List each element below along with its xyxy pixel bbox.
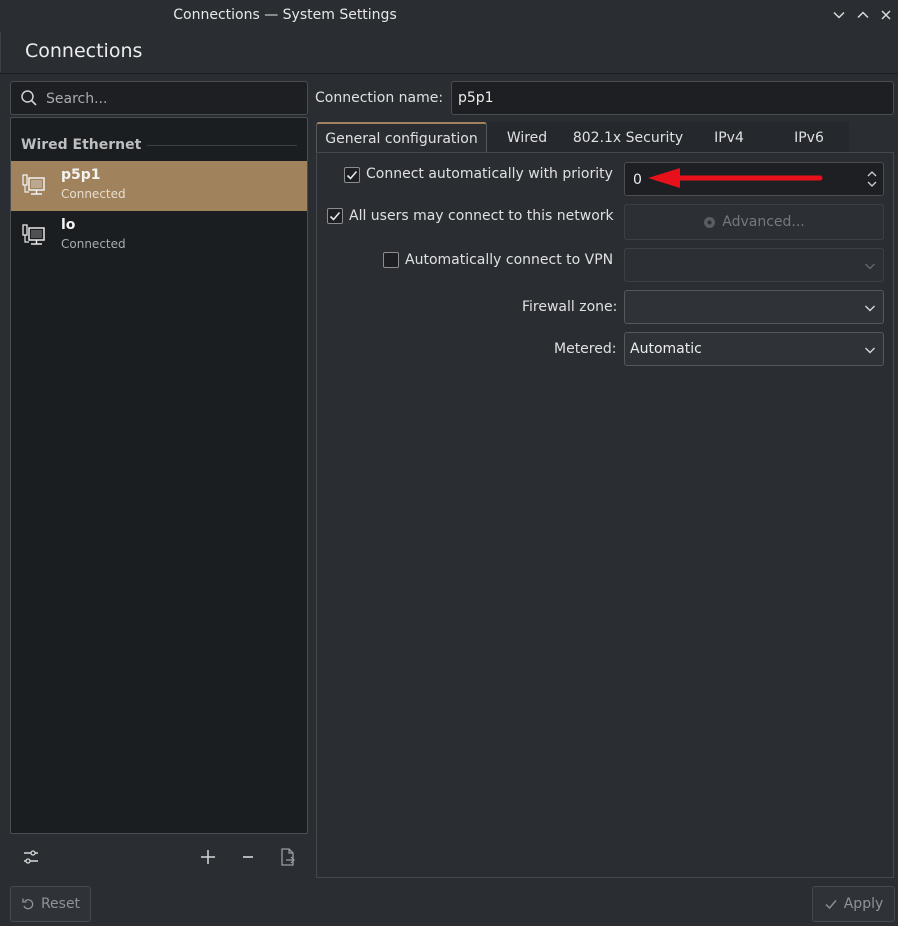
remove-connection-button[interactable] <box>236 845 260 869</box>
checkmark-icon <box>825 900 837 910</box>
connection-name: p5p1 <box>61 167 101 183</box>
auto-vpn-checkbox[interactable] <box>383 252 399 268</box>
chevron-down-icon <box>833 11 845 19</box>
minimize-button[interactable] <box>828 4 850 26</box>
maximize-button[interactable] <box>852 4 874 26</box>
auto-connect-label: Connect automatically with priority <box>366 166 613 182</box>
all-users-checkbox[interactable] <box>327 208 343 224</box>
wired-network-icon <box>22 174 45 195</box>
search-icon <box>21 90 37 106</box>
auto-connect-checkbox[interactable] <box>344 167 360 183</box>
advanced-label: Advanced... <box>722 214 805 230</box>
connection-item-p5p1[interactable]: p5p1 Connected <box>11 161 307 211</box>
spin-arrows-icon[interactable] <box>865 167 879 191</box>
tab-wired[interactable]: Wired <box>487 122 567 153</box>
chevron-down-icon <box>865 263 875 270</box>
metered-select[interactable]: Automatic <box>624 332 884 366</box>
auto-vpn-label: Automatically connect to VPN <box>405 252 614 268</box>
all-users-label: All users may connect to this network <box>349 208 614 224</box>
connection-status: Connected <box>61 237 126 251</box>
reset-button[interactable]: Reset <box>10 886 91 922</box>
apply-label: Apply <box>843 896 884 912</box>
checkmark-icon <box>346 170 358 180</box>
window-title: Connections — System Settings <box>173 7 397 23</box>
tab-ipv6[interactable]: IPv6 <box>769 122 849 153</box>
firewall-zone-select[interactable] <box>624 290 884 324</box>
search-input[interactable] <box>46 88 296 110</box>
checkmark-icon <box>329 211 341 221</box>
chevron-up-icon <box>857 11 869 19</box>
sidebar-edge <box>0 32 3 72</box>
metered-value: Automatic <box>630 341 702 357</box>
section-divider <box>147 145 297 146</box>
export-connection-button[interactable] <box>275 845 299 869</box>
chevron-down-icon <box>865 347 875 354</box>
advanced-icon <box>704 216 716 228</box>
connection-name-input[interactable] <box>451 81 894 115</box>
priority-value: 0 <box>633 172 642 188</box>
connection-item-lo[interactable]: lo Connected <box>11 211 307 261</box>
metered-label: Metered: <box>554 341 617 357</box>
firewall-zone-label: Firewall zone: <box>522 299 618 315</box>
plus-icon <box>201 850 215 864</box>
connection-name: lo <box>61 217 76 233</box>
document-export-icon <box>281 848 295 866</box>
connection-status: Connected <box>61 187 126 201</box>
page-title: Connections <box>25 40 143 62</box>
sliders-icon <box>24 850 38 864</box>
connection-list: Wired Ethernet p5p1 Connected lo Connect… <box>10 117 308 834</box>
wired-network-icon <box>22 224 45 245</box>
apply-button[interactable]: Apply <box>812 886 895 922</box>
title-bar: Connections — System Settings <box>0 0 898 32</box>
close-icon <box>881 10 891 20</box>
minus-icon <box>243 856 253 858</box>
tab-8021x-security[interactable]: 802.1x Security <box>567 122 689 153</box>
undo-icon <box>22 898 34 910</box>
close-button[interactable] <box>875 4 897 26</box>
connection-name-label: Connection name: <box>315 90 444 106</box>
configure-button[interactable] <box>19 845 43 869</box>
chevron-down-icon <box>865 305 875 312</box>
reset-label: Reset <box>40 896 81 912</box>
tab-general-configuration[interactable]: General configuration <box>316 122 487 153</box>
search-box[interactable] <box>10 81 308 115</box>
tab-ipv4[interactable]: IPv4 <box>689 122 769 153</box>
section-header-wired-ethernet: Wired Ethernet <box>21 137 142 153</box>
vpn-select[interactable] <box>624 248 884 282</box>
annotation-arrow-icon <box>648 168 823 188</box>
add-connection-button[interactable] <box>196 845 220 869</box>
header-divider <box>0 73 898 74</box>
advanced-button[interactable]: Advanced... <box>624 204 884 240</box>
